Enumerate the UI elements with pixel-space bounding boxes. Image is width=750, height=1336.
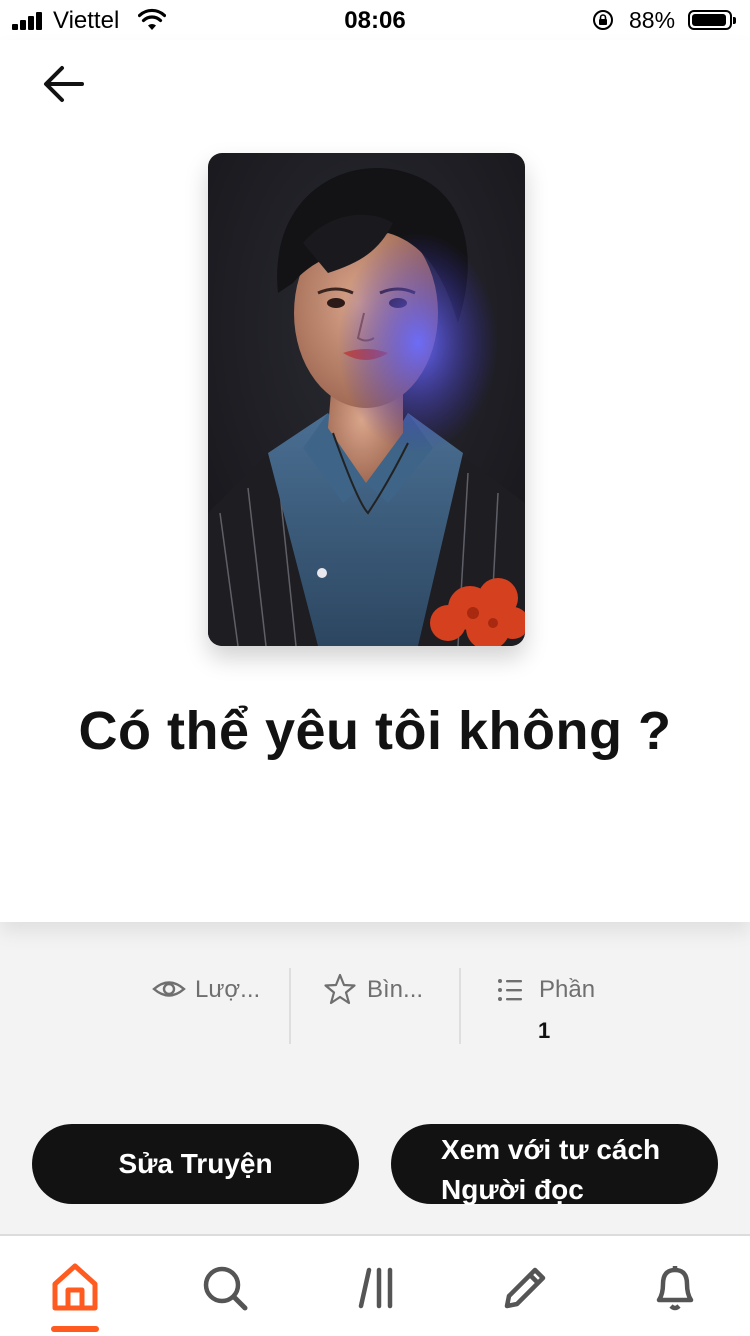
battery-percentage: 88%: [629, 7, 676, 33]
nav-library[interactable]: [345, 1258, 405, 1318]
story-title: Có thể yêu tôi không ?: [78, 701, 672, 761]
library-icon: [358, 1267, 393, 1309]
rotation-lock-icon: [593, 10, 613, 30]
nav-active-indicator: [51, 1326, 99, 1332]
back-button[interactable]: [36, 60, 92, 116]
stat-votes: Bìn...: [291, 968, 459, 1044]
edit-story-button[interactable]: Sửa Truyện: [32, 1124, 359, 1204]
stat-parts-label: Phần: [539, 976, 596, 1003]
story-stats: Lượ... Bìn... Phần 1: [120, 968, 630, 1044]
bell-icon: [656, 1266, 694, 1311]
battery-icon: [688, 10, 736, 30]
home-icon: [52, 1263, 98, 1311]
nav-home[interactable]: [45, 1258, 105, 1318]
nav-write[interactable]: [495, 1258, 555, 1318]
bottom-navigation: [0, 1234, 750, 1336]
edit-story-label: Sửa Truyện: [118, 1148, 273, 1179]
view-as-reader-label-line2: Người đọc: [441, 1174, 584, 1205]
view-as-reader-button[interactable]: Xem với tư cách Người đọc: [391, 1124, 718, 1205]
star-icon: [324, 973, 356, 1005]
stat-parts: Phần 1: [461, 968, 630, 1044]
list-icon: [498, 979, 522, 1001]
story-header-card: Có thể yêu tôi không ?: [0, 40, 750, 922]
eye-icon: [152, 981, 186, 997]
nav-search[interactable]: [195, 1258, 255, 1318]
status-bar: Viettel 08:06 88%: [0, 0, 750, 40]
stat-reads-label: Lượ...: [195, 976, 261, 1003]
nav-notifications[interactable]: [645, 1258, 705, 1318]
stat-parts-value: 1: [538, 1018, 551, 1043]
view-as-reader-label-line1: Xem với tư cách: [441, 1134, 661, 1165]
arrow-left-icon: [44, 66, 84, 102]
stat-votes-label: Bìn...: [367, 976, 424, 1003]
stat-reads: Lượ...: [120, 968, 290, 1044]
story-cover-image: [208, 153, 525, 646]
search-icon: [203, 1266, 248, 1311]
pencil-icon: [504, 1267, 546, 1309]
